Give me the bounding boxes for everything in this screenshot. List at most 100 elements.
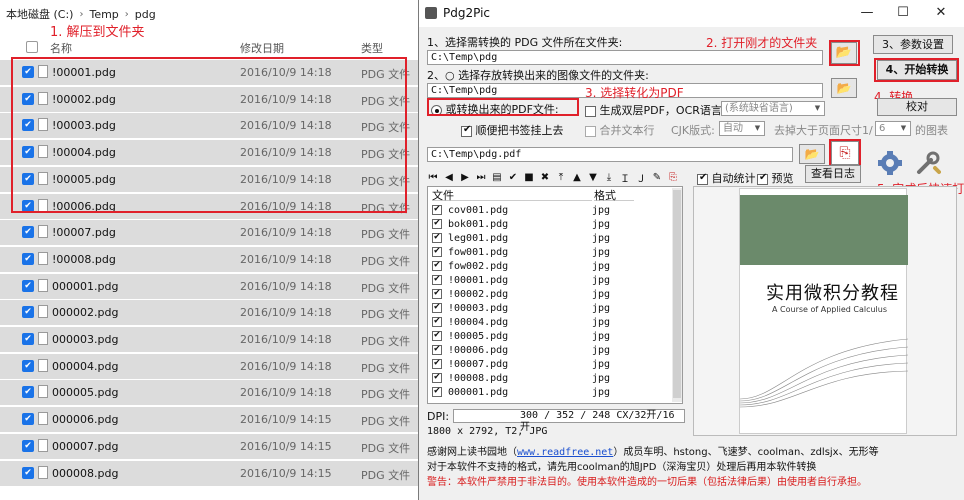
checkbox-icon[interactable] bbox=[432, 217, 442, 229]
stop-icon[interactable]: ■ bbox=[523, 172, 535, 183]
page-icon[interactable]: ▤ bbox=[491, 172, 503, 183]
gear-tool-icon[interactable] bbox=[877, 150, 903, 176]
maximize-button[interactable]: ☐ bbox=[885, 3, 921, 23]
list-item[interactable]: fow002.pdg jpg bbox=[432, 259, 668, 275]
list-scrollbar[interactable] bbox=[672, 188, 682, 402]
proofread-button[interactable]: 校对 bbox=[877, 98, 957, 116]
file-row[interactable]: ✔ 000002.pdg 2016/10/9 14:18 PDG 文件 bbox=[0, 300, 420, 326]
file-row[interactable]: ✔ 000005.pdg 2016/10/9 14:18 PDG 文件 bbox=[0, 380, 420, 406]
text-icon[interactable]: Ｉ bbox=[619, 170, 631, 185]
checkbox-icon[interactable] bbox=[432, 315, 442, 327]
skip-select[interactable]: 6 ▼ bbox=[875, 121, 911, 136]
prev-icon[interactable]: ◀ bbox=[443, 172, 455, 183]
checkbox-icon[interactable]: ✔ bbox=[22, 226, 34, 239]
file-row[interactable]: ✔ 000001.pdg 2016/10/9 14:18 PDG 文件 bbox=[0, 273, 420, 299]
checkbox-icon[interactable] bbox=[432, 245, 442, 257]
checkbox-icon[interactable] bbox=[432, 287, 442, 299]
checkbox-icon[interactable] bbox=[432, 231, 442, 243]
file-row[interactable]: ✔ 000006.pdg 2016/10/9 14:15 PDG 文件 bbox=[0, 407, 420, 433]
column-name[interactable]: 名称 bbox=[50, 40, 72, 56]
next-icon[interactable]: ▶ bbox=[459, 172, 471, 183]
column-type[interactable]: 类型 bbox=[361, 40, 383, 56]
checkbox-icon[interactable] bbox=[432, 371, 442, 383]
breadcrumb-item[interactable]: pdg bbox=[135, 8, 156, 21]
view-log-button[interactable]: 查看日志 bbox=[805, 165, 861, 183]
breadcrumb-item[interactable]: 本地磁盘 (C:) bbox=[6, 6, 73, 22]
check-icon[interactable]: ✔ bbox=[507, 172, 519, 183]
delete-icon[interactable]: ✖ bbox=[539, 172, 551, 183]
checkbox-icon[interactable]: ✔ bbox=[22, 413, 34, 426]
list-header-format[interactable]: 格式 bbox=[594, 187, 634, 202]
checkbox-icon[interactable]: ✔ bbox=[22, 306, 34, 319]
minimize-button[interactable]: — bbox=[849, 3, 885, 23]
pdf-path-field[interactable]: C:\Temp\pdg.pdf bbox=[427, 147, 793, 162]
checkbox-icon[interactable] bbox=[432, 329, 442, 341]
list-item[interactable]: !00003.pdg jpg bbox=[432, 301, 668, 317]
checkbox-icon[interactable]: ✔ bbox=[22, 439, 34, 452]
wrench-tool-icon[interactable] bbox=[915, 150, 941, 176]
file-row[interactable]: ✔ 000008.pdg 2016/10/9 14:15 PDG 文件 bbox=[0, 460, 420, 486]
checkbox-icon[interactable]: ✔ bbox=[22, 466, 34, 479]
last-icon[interactable]: ⏭ bbox=[475, 172, 487, 183]
readfree-link[interactable]: www.readfree.net bbox=[517, 447, 613, 458]
list-item[interactable]: !00005.pdg jpg bbox=[432, 329, 668, 345]
checkbox-icon[interactable] bbox=[432, 357, 442, 369]
file-row[interactable]: ✔ 000003.pdg 2016/10/9 14:18 PDG 文件 bbox=[0, 327, 420, 352]
scrollbar-thumb[interactable] bbox=[673, 190, 681, 398]
checkbox-icon[interactable]: ✔ bbox=[22, 279, 34, 292]
bottom-icon[interactable]: ⤓ bbox=[603, 172, 615, 183]
bold-icon[interactable]: Ｊ bbox=[635, 170, 647, 185]
checkbox-icon[interactable]: ✔ bbox=[22, 252, 34, 265]
checkbox-icon[interactable] bbox=[432, 259, 442, 271]
close-button[interactable]: ✕ bbox=[923, 3, 959, 23]
list-item[interactable]: !00006.pdg jpg bbox=[432, 343, 668, 359]
file-row[interactable]: ✔ 000007.pdg 2016/10/9 14:15 PDG 文件 bbox=[0, 433, 420, 459]
pdf-small-icon[interactable]: ⎘ bbox=[667, 172, 679, 183]
bookmark-checkbox[interactable]: 顺便把书签挂上去 bbox=[461, 122, 564, 138]
breadcrumb-item[interactable]: Temp bbox=[89, 8, 118, 21]
file-row[interactable]: ✔ !00007.pdg 2016/10/9 14:18 PDG 文件 bbox=[0, 220, 420, 246]
list-item[interactable]: leg001.pdg jpg bbox=[432, 231, 668, 247]
merge-lines-checkbox[interactable]: 合并文本行 bbox=[585, 122, 655, 138]
file-name: 000002.pdg bbox=[52, 306, 119, 320]
double-layer-checkbox[interactable]: 生成双层PDF，OCR语言: bbox=[585, 102, 726, 118]
list-item[interactable]: cov001.pdg jpg bbox=[432, 203, 668, 219]
file-row[interactable]: ✔ 000004.pdg 2016/10/9 14:18 PDG 文件 bbox=[0, 353, 420, 379]
list-item[interactable]: bok001.pdg jpg bbox=[432, 217, 668, 233]
list-item[interactable]: !00008.pdg jpg bbox=[432, 371, 668, 387]
source-folder-field[interactable]: C:\Temp\pdg bbox=[427, 50, 823, 65]
checkbox-icon[interactable]: ✔ bbox=[22, 386, 34, 399]
open-output-folder-button[interactable]: 📂 bbox=[831, 78, 857, 98]
preview-checkbox[interactable]: 预览 bbox=[757, 170, 794, 186]
checkbox-icon[interactable] bbox=[432, 203, 442, 215]
list-item[interactable]: !00001.pdg jpg bbox=[432, 273, 668, 289]
pen-icon[interactable]: ✎ bbox=[651, 172, 663, 183]
open-pdf-folder-button[interactable]: 📂 bbox=[799, 144, 825, 164]
checkbox-icon[interactable]: ✔ bbox=[22, 359, 34, 372]
checkbox-icon[interactable] bbox=[432, 343, 442, 355]
list-item[interactable]: !00002.pdg jpg bbox=[432, 287, 668, 303]
column-date[interactable]: 修改日期 bbox=[240, 40, 284, 56]
list-item[interactable]: !00007.pdg jpg bbox=[432, 357, 668, 373]
file-row[interactable]: ✔ !00008.pdg 2016/10/9 14:18 PDG 文件 bbox=[0, 246, 420, 272]
autostat-checkbox[interactable]: 自动统计 bbox=[697, 170, 756, 186]
select-all-checkbox[interactable] bbox=[26, 41, 38, 53]
warning-line: 警告：本软件严禁用于非法目的。使用本软件造成的一切后果（包括法律后果）由使用者自… bbox=[427, 477, 867, 488]
params-button[interactable]: 3、参数设置 bbox=[873, 35, 953, 54]
checkbox-icon[interactable] bbox=[432, 385, 442, 397]
list-item[interactable]: 000001.pdg jpg bbox=[432, 385, 668, 401]
checkbox-icon[interactable] bbox=[432, 301, 442, 313]
list-item[interactable]: !00004.pdg jpg bbox=[432, 315, 668, 331]
first-icon[interactable]: ⏮ bbox=[427, 172, 439, 183]
up-icon[interactable]: ▲ bbox=[571, 172, 583, 183]
checkbox-icon bbox=[757, 172, 768, 185]
list-item[interactable]: fow001.pdg jpg bbox=[432, 245, 668, 261]
ocr-language-select[interactable]: (系统缺省语言) ▼ bbox=[721, 101, 825, 116]
file-type: PDG 文件 bbox=[361, 308, 411, 322]
checkbox-icon[interactable]: ✔ bbox=[22, 333, 34, 345]
down-icon[interactable]: ▼ bbox=[587, 172, 599, 183]
cjk-select[interactable]: 自动 ▼ bbox=[719, 121, 765, 136]
checkbox-icon[interactable] bbox=[432, 273, 442, 285]
top-icon[interactable]: ⤒ bbox=[555, 172, 567, 183]
list-header-file[interactable]: 文件 bbox=[432, 187, 592, 202]
